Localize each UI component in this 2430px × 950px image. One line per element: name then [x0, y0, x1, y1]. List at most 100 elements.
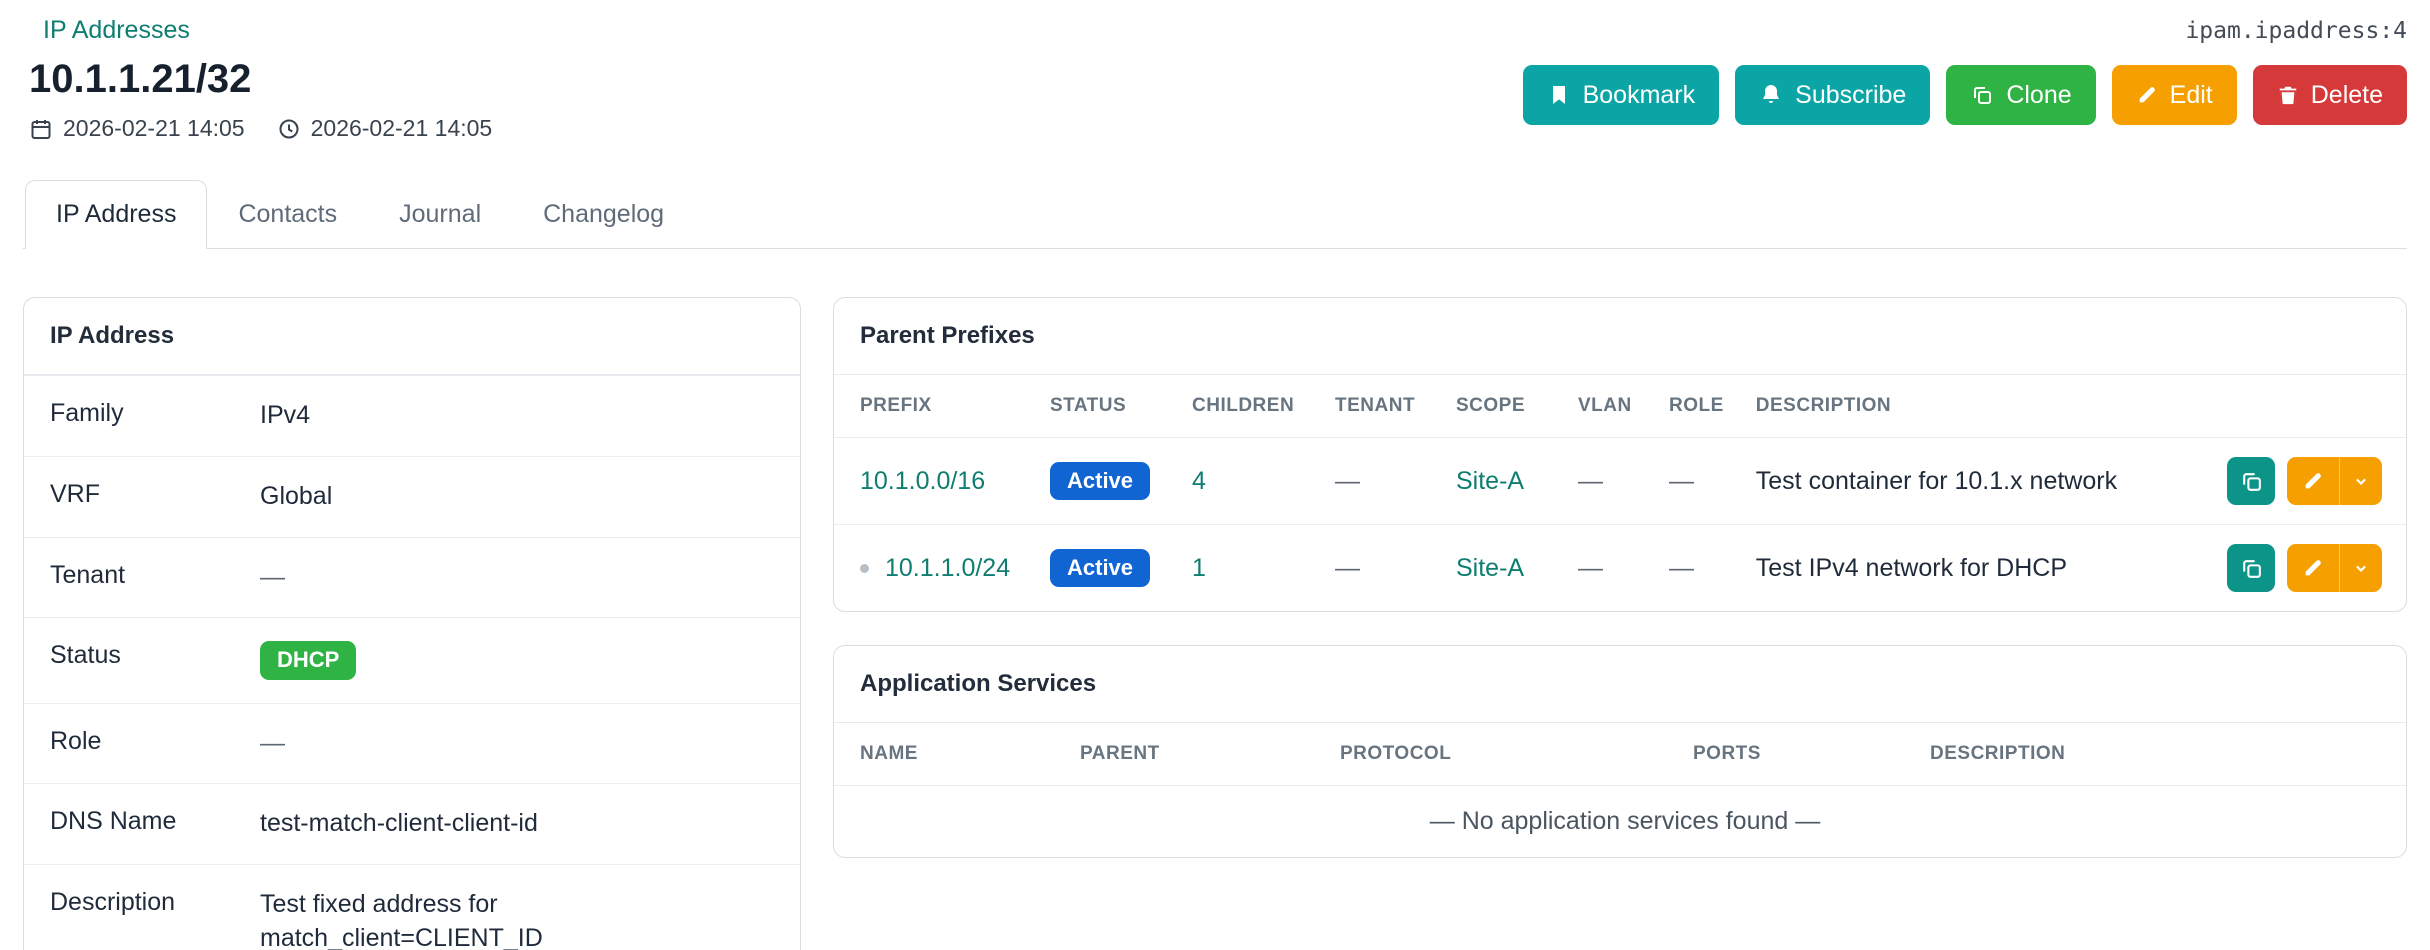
title-block: 10.1.1.21/32 2026-02-21 14:05 2026-02-21… — [29, 57, 492, 142]
column-header-children: CHILDREN — [1176, 375, 1319, 438]
scope-link[interactable]: Site-A — [1456, 554, 1524, 582]
copy-icon — [1970, 83, 1994, 107]
edit-button[interactable]: Edit — [2112, 65, 2237, 125]
empty-row: — No application services found — — [834, 786, 2406, 858]
description-cell: Test IPv4 network for DHCP — [1740, 525, 2211, 612]
description-cell: Test container for 10.1.x network — [1740, 438, 2211, 525]
subscribe-button-label: Subscribe — [1795, 81, 1906, 110]
attr-value: Global — [260, 480, 332, 514]
table-header-row: NAME PARENT PROTOCOL PORTS DESCRIPTION — [834, 723, 2406, 786]
table-header-row: PREFIX STATUS CHILDREN TENANT SCOPE VLAN… — [834, 375, 2406, 438]
prefix-row: 10.1.1.0/24 Active 1 — Site-A — — Test I… — [834, 525, 2406, 612]
attr-label: Role — [50, 727, 260, 761]
parent-prefixes-card: Parent Prefixes PREFIX STATUS CHILDREN T… — [833, 297, 2407, 612]
ip-address-card: IP Address Family IPv4 VRF Global Tenant… — [23, 297, 801, 950]
breadcrumb-ip-addresses[interactable]: IP Addresses — [43, 16, 190, 45]
edit-prefix-button[interactable] — [2287, 544, 2339, 592]
tenant-cell: — — [1319, 438, 1440, 525]
parent-prefixes-table: PREFIX STATUS CHILDREN TENANT SCOPE VLAN… — [834, 375, 2406, 611]
attr-row-dns-name: DNS Name test-match-client-client-id — [24, 783, 800, 864]
tab-ip-address[interactable]: IP Address — [25, 180, 207, 249]
attr-row-family: Family IPv4 — [24, 375, 800, 456]
edit-dropdown-toggle[interactable] — [2339, 544, 2382, 592]
clock-icon — [277, 117, 301, 141]
vlan-cell: — — [1562, 438, 1653, 525]
status-badge: Active — [1050, 549, 1150, 587]
empty-message: — No application services found — — [834, 786, 2406, 858]
row-actions — [2227, 457, 2390, 505]
edit-dropdown-toggle[interactable] — [2339, 457, 2382, 505]
pencil-icon — [2302, 557, 2324, 579]
attr-row-description: Description Test fixed address for match… — [24, 864, 800, 950]
ip-address-card-title: IP Address — [24, 298, 800, 375]
attr-value: IPv4 — [260, 399, 310, 433]
edit-button-label: Edit — [2170, 81, 2213, 110]
attr-label: Family — [50, 399, 260, 433]
clone-button[interactable]: Clone — [1946, 65, 2095, 125]
attr-value: — — [260, 727, 285, 761]
trash-icon — [2277, 84, 2299, 106]
status-badge: DHCP — [260, 641, 356, 679]
children-count-link[interactable]: 1 — [1192, 554, 1206, 582]
attr-row-tenant: Tenant — — [24, 537, 800, 618]
clone-button-label: Clone — [2006, 81, 2071, 110]
chevron-down-icon — [2351, 558, 2371, 578]
attr-label: Tenant — [50, 561, 260, 595]
row-actions — [2227, 544, 2390, 592]
calendar-icon — [29, 117, 53, 141]
edit-prefix-button[interactable] — [2287, 457, 2339, 505]
copy-icon — [2239, 556, 2264, 581]
timestamps: 2026-02-21 14:05 2026-02-21 14:05 — [29, 115, 492, 142]
bell-icon — [1759, 83, 1783, 107]
application-services-table: NAME PARENT PROTOCOL PORTS DESCRIPTION —… — [834, 723, 2406, 857]
subscribe-button[interactable]: Subscribe — [1735, 65, 1930, 125]
column-header-description: DESCRIPTION — [1740, 375, 2211, 438]
copy-icon — [2239, 469, 2264, 494]
attr-row-role: Role — — [24, 703, 800, 784]
page-title: 10.1.1.21/32 — [29, 57, 492, 101]
bookmark-button[interactable]: Bookmark — [1523, 65, 1720, 125]
parent-prefixes-card-title: Parent Prefixes — [834, 298, 2406, 375]
updated-timestamp: 2026-02-21 14:05 — [277, 115, 493, 142]
attr-label: DNS Name — [50, 807, 260, 841]
column-header-protocol: PROTOCOL — [1324, 723, 1677, 786]
object-id: ipam.ipaddress:4 — [2185, 18, 2407, 44]
created-timestamp: 2026-02-21 14:05 — [29, 115, 245, 142]
status-badge: Active — [1050, 462, 1150, 500]
left-column: IP Address Family IPv4 VRF Global Tenant… — [23, 297, 801, 950]
prefix-row: 10.1.0.0/16 Active 4 — Site-A — — Test c… — [834, 438, 2406, 525]
created-date: 2026-02-21 14:05 — [63, 115, 245, 142]
copy-prefix-button[interactable] — [2227, 544, 2275, 592]
depth-indicator-dot — [860, 564, 869, 573]
column-header-ports: PORTS — [1677, 723, 1914, 786]
page-header: 10.1.1.21/32 2026-02-21 14:05 2026-02-21… — [23, 57, 2407, 142]
attr-value: — — [260, 561, 285, 595]
content: IP Address Family IPv4 VRF Global Tenant… — [23, 297, 2407, 950]
attr-label: VRF — [50, 480, 260, 514]
copy-prefix-button[interactable] — [2227, 457, 2275, 505]
tab-journal[interactable]: Journal — [368, 180, 512, 249]
tab-contacts[interactable]: Contacts — [207, 180, 368, 249]
tab-bar: IP Address Contacts Journal Changelog — [23, 180, 2407, 249]
topbar: IP Addresses ipam.ipaddress:4 — [23, 16, 2407, 45]
attr-value: Test fixed address for match_client=CLIE… — [260, 888, 765, 950]
column-header-tenant: TENANT — [1319, 375, 1440, 438]
children-count-link[interactable]: 4 — [1192, 467, 1206, 495]
edit-split-button — [2287, 544, 2382, 592]
column-header-parent: PARENT — [1064, 723, 1324, 786]
pencil-icon — [2302, 470, 2324, 492]
bookmark-icon — [1547, 83, 1571, 107]
tenant-cell: — — [1319, 525, 1440, 612]
prefix-link[interactable]: 10.1.1.0/24 — [885, 554, 1010, 582]
page: IP Addresses ipam.ipaddress:4 10.1.1.21/… — [0, 0, 2430, 950]
delete-button-label: Delete — [2311, 81, 2383, 110]
column-header-name: NAME — [834, 723, 1064, 786]
delete-button[interactable]: Delete — [2253, 65, 2407, 125]
attr-label: Status — [50, 641, 260, 679]
prefix-link[interactable]: 10.1.0.0/16 — [860, 467, 985, 495]
action-buttons: Bookmark Subscribe Clone Edit — [1523, 65, 2407, 125]
column-header-description: DESCRIPTION — [1914, 723, 2406, 786]
scope-link[interactable]: Site-A — [1456, 467, 1524, 495]
right-column: Parent Prefixes PREFIX STATUS CHILDREN T… — [833, 297, 2407, 858]
tab-changelog[interactable]: Changelog — [512, 180, 695, 249]
